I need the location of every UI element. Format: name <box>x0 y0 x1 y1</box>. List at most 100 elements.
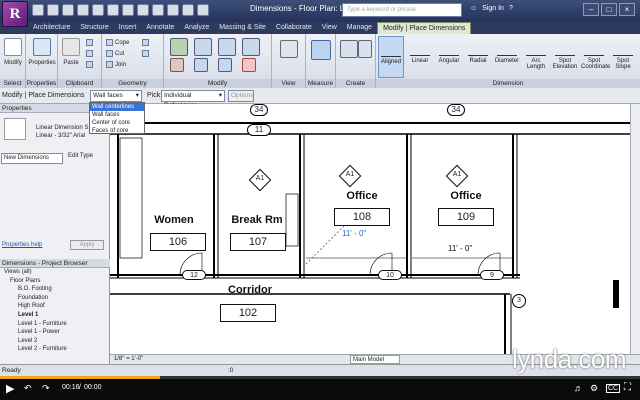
dimension-tool-radial[interactable]: Radial <box>465 36 491 78</box>
dimension-text-109[interactable]: 11' - 0" <box>448 244 472 253</box>
mirror-icon[interactable] <box>218 58 232 72</box>
dimension-text-108[interactable]: 11' - 0" <box>342 229 366 238</box>
room-number-108[interactable]: 108 <box>334 208 390 226</box>
offset-icon[interactable] <box>218 38 236 56</box>
modify-arrow-icon[interactable] <box>4 38 22 56</box>
skip-forward-icon[interactable]: ↷ <box>42 383 50 394</box>
tab-modify-place-dimensions[interactable]: Modify | Place Dimensions <box>377 22 472 34</box>
browser-item[interactable]: Foundation <box>18 295 48 301</box>
split-face-icon[interactable] <box>142 39 149 46</box>
room-number-106[interactable]: 106 <box>150 233 206 251</box>
maximize-icon[interactable]: □ <box>601 3 617 16</box>
open-icon[interactable] <box>32 4 44 16</box>
dimension-tool-spot-elevation[interactable]: Spot Elevation <box>552 36 578 78</box>
align-icon[interactable] <box>194 38 212 56</box>
copy-modify-icon[interactable] <box>194 58 208 72</box>
grid-bubble[interactable]: 34 <box>250 104 268 116</box>
room-name-106[interactable]: Women <box>134 214 214 226</box>
close-icon[interactable]: × <box>619 3 635 16</box>
properties-button[interactable]: Properties <box>26 60 58 66</box>
tab-view[interactable]: View <box>317 22 342 34</box>
edit-type-button[interactable]: Edit Type <box>68 153 93 159</box>
tab-collaborate[interactable]: Collaborate <box>271 22 317 34</box>
tab-structure[interactable]: Structure <box>75 22 113 34</box>
door-tag[interactable]: 12 <box>182 270 206 280</box>
browser-item[interactable]: Level 1 - Furniture <box>18 321 67 327</box>
dimension-icon[interactable] <box>122 4 134 16</box>
volume-icon[interactable]: ♬ <box>574 383 583 393</box>
browser-item[interactable]: High Roof <box>18 303 45 309</box>
dimension-tool-aligned[interactable]: Aligned <box>378 36 404 78</box>
dimension-tool-angular[interactable]: Angular <box>436 36 462 78</box>
tab-insert[interactable]: Insert <box>114 22 142 34</box>
room-name-107[interactable]: Break Rm <box>214 214 300 226</box>
text-icon[interactable] <box>137 4 149 16</box>
undo-icon[interactable] <box>62 4 74 16</box>
door-tag[interactable]: 9 <box>480 270 504 280</box>
browser-item[interactable]: Level 1 <box>18 312 38 318</box>
door-tag[interactable]: 11 <box>247 124 271 136</box>
close-windows-icon[interactable] <box>197 4 209 16</box>
dropdown-option[interactable]: Wall faces <box>90 111 144 119</box>
apply-button[interactable]: Apply <box>70 240 104 250</box>
properties-help-link[interactable]: Properties help <box>2 242 42 248</box>
browser-item[interactable]: Level 1 - Power <box>18 329 60 335</box>
dimension-tool-spot-coordinate[interactable]: Spot Coordinate <box>581 36 610 78</box>
tab-annotate[interactable]: Annotate <box>141 22 179 34</box>
dimension-tool-linear[interactable]: Linear <box>407 36 433 78</box>
browser-item[interactable]: B.O. Footing <box>18 286 52 292</box>
settings-icon[interactable]: ⚙ <box>590 383 598 394</box>
measure-icon[interactable] <box>107 4 119 16</box>
dropdown-option[interactable]: Wall centerlines <box>90 103 144 111</box>
rotate-icon[interactable] <box>242 38 260 56</box>
section-icon[interactable] <box>167 4 179 16</box>
create-assembly-icon[interactable] <box>340 40 358 58</box>
captions-icon[interactable]: CC <box>606 384 621 393</box>
dimension-tool-arc-length[interactable]: Arc Length <box>523 36 549 78</box>
play-icon[interactable]: ▶ <box>6 382 14 395</box>
instance-filter-select[interactable]: New Dimensions <box>1 153 63 164</box>
properties-icon[interactable] <box>33 38 51 56</box>
sign-in-link[interactable]: Sign In <box>482 5 504 12</box>
minimize-icon[interactable]: – <box>583 3 599 16</box>
cut-button[interactable]: Cut <box>106 50 124 57</box>
room-number-107[interactable]: 107 <box>230 233 286 251</box>
vertical-scrollbar[interactable] <box>630 104 640 354</box>
tab-manage[interactable]: Manage <box>342 22 377 34</box>
skip-back-icon[interactable]: ↶ <box>24 383 32 394</box>
tab-massing-site[interactable]: Massing & Site <box>214 22 271 34</box>
door-tag[interactable]: 10 <box>378 270 402 280</box>
progress-bar[interactable] <box>0 376 640 379</box>
options-button[interactable]: Options <box>228 90 254 102</box>
join-button[interactable]: Join <box>106 61 126 68</box>
paste-button[interactable]: Paste <box>58 60 84 66</box>
search-input[interactable]: Type a keyword or phrase <box>342 3 462 17</box>
cope-button[interactable]: Cope <box>106 39 129 46</box>
tab-architecture[interactable]: Architecture <box>28 22 75 34</box>
user-icon[interactable]: ☺ <box>470 5 477 12</box>
cut-icon[interactable] <box>86 50 93 57</box>
fullscreen-icon[interactable]: ⛶ <box>624 382 631 393</box>
room-name-109[interactable]: Office <box>424 190 508 202</box>
dimension-tool-spot-slope[interactable]: Spot Slope <box>610 36 636 78</box>
create-parts-icon[interactable] <box>358 40 372 58</box>
view-scale[interactable]: 1/8" = 1'-0" <box>114 356 143 362</box>
paint-icon[interactable] <box>142 50 149 57</box>
room-number-102[interactable]: 102 <box>220 304 276 322</box>
paste-icon[interactable] <box>62 38 80 56</box>
reference-select[interactable]: Wall faces ▾ <box>90 90 142 102</box>
design-option-select[interactable]: Main Model <box>350 355 400 364</box>
revit-logo[interactable]: R <box>2 1 28 27</box>
modify-button[interactable]: Modify <box>0 60 26 66</box>
delete-icon[interactable] <box>242 58 256 72</box>
thin-lines-icon[interactable] <box>182 4 194 16</box>
browser-item[interactable]: Level 2 - Furniture <box>18 346 67 352</box>
dropdown-option[interactable]: Faces of core <box>90 127 144 135</box>
browser-item[interactable]: Level 2 <box>18 338 37 344</box>
grid-bubble[interactable]: 3 <box>512 294 526 308</box>
browser-item[interactable]: Floor Plans <box>10 278 40 284</box>
redo-icon[interactable] <box>77 4 89 16</box>
save-icon[interactable] <box>47 4 59 16</box>
drawing-area[interactable]: 34 34 11 A1 A1 A1 Women 106 Break Rm 107… <box>110 104 640 354</box>
copy-icon[interactable] <box>86 39 93 46</box>
